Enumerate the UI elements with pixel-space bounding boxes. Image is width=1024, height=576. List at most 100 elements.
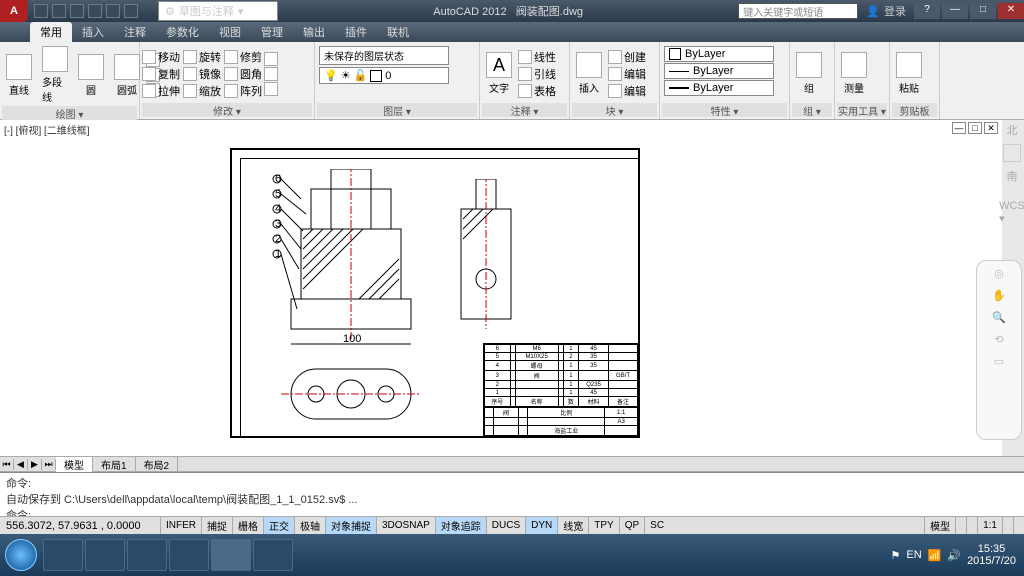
task-browser[interactable] <box>127 539 167 571</box>
status-right-item[interactable] <box>955 517 966 534</box>
mirror-button[interactable]: 镜像 <box>183 66 221 82</box>
vp-minimize-icon[interactable]: — <box>952 122 966 134</box>
polyline-button[interactable]: 多段线 <box>38 44 72 106</box>
measure-button[interactable]: 测量 <box>837 50 871 97</box>
tab-view[interactable]: 视图 <box>209 22 251 42</box>
status-right-item[interactable] <box>1013 517 1024 534</box>
viewcube-icon[interactable] <box>1003 144 1021 162</box>
task-folder[interactable] <box>169 539 209 571</box>
circle-button[interactable]: 圆 <box>74 52 108 99</box>
tab-online[interactable]: 联机 <box>377 22 419 42</box>
viewport-label[interactable]: [-] [俯视] [二维线框] <box>4 122 90 137</box>
stretch-button[interactable]: 拉伸 <box>142 83 180 99</box>
layout-tab-model[interactable]: 模型 <box>56 457 93 472</box>
insert-block-button[interactable]: 插入 <box>572 50 606 97</box>
status-toggle-线宽[interactable]: 线宽 <box>557 517 588 534</box>
vp-maximize-icon[interactable]: □ <box>968 122 982 134</box>
tray-clock[interactable]: 15:352015/7/20 <box>967 543 1016 567</box>
status-toggle-QP[interactable]: QP <box>619 517 644 534</box>
panel-annot-title[interactable]: 注释 ▾ <box>482 103 567 117</box>
qat-new-icon[interactable] <box>34 4 48 18</box>
status-right-item[interactable] <box>1002 517 1013 534</box>
status-right-item[interactable]: 模型 <box>924 517 955 534</box>
tab-output[interactable]: 输出 <box>293 22 335 42</box>
task-qq[interactable] <box>85 539 125 571</box>
qat-undo-icon[interactable] <box>88 4 102 18</box>
mod-more-1[interactable] <box>264 52 278 66</box>
login-button[interactable]: 👤 登录 <box>866 3 906 19</box>
task-app[interactable] <box>253 539 293 571</box>
tab-first-icon[interactable]: ⏮ <box>0 459 14 470</box>
linetype-dropdown[interactable]: ByLayer <box>664 63 774 79</box>
status-toggle-对象捕捉[interactable]: 对象捕捉 <box>325 517 376 534</box>
arc-button[interactable]: 圆弧 <box>110 52 144 99</box>
tab-next-icon[interactable]: ▶ <box>28 459 42 470</box>
status-toggle-DUCS[interactable]: DUCS <box>486 517 525 534</box>
showmotion-icon[interactable]: ▭ <box>991 355 1007 371</box>
table-button[interactable]: 表格 <box>518 83 556 99</box>
text-button[interactable]: A文字 <box>482 50 516 97</box>
command-line[interactable]: 命令: 自动保存到 C:\Users\dell\appdata\local\te… <box>0 472 1024 516</box>
layer-state-dropdown[interactable]: 未保存的图层状态 <box>319 46 449 65</box>
status-toggle-捕捉[interactable]: 捕捉 <box>201 517 232 534</box>
panel-util-title[interactable]: 实用工具 ▾ <box>837 103 887 117</box>
zoom-icon[interactable]: 🔍 <box>991 311 1007 327</box>
tab-prev-icon[interactable]: ◀ <box>14 459 28 470</box>
status-right-item[interactable]: 1:1 <box>977 517 1002 534</box>
tab-annotate[interactable]: 注释 <box>114 22 156 42</box>
mod-more-3[interactable] <box>264 82 278 96</box>
tab-last-icon[interactable]: ⏭ <box>42 459 56 470</box>
edit-block-button[interactable]: 编辑 <box>608 66 646 82</box>
vp-close-icon[interactable]: ✕ <box>984 122 998 134</box>
task-autocad[interactable] <box>211 539 251 571</box>
mod-more-2[interactable] <box>264 67 278 81</box>
qat-print-icon[interactable] <box>124 4 138 18</box>
status-toggle-DYN[interactable]: DYN <box>525 517 557 534</box>
color-dropdown[interactable]: ByLayer <box>664 46 774 62</box>
line-button[interactable]: 直线 <box>2 52 36 99</box>
status-right-item[interactable] <box>966 517 977 534</box>
panel-draw-title[interactable]: 绘图 ▾ <box>2 106 137 120</box>
copy-button[interactable]: 复制 <box>142 66 180 82</box>
tray-flag-icon[interactable]: ⚑ <box>891 549 901 562</box>
layer-current-dropdown[interactable]: 💡☀🔓 0 <box>319 67 449 84</box>
panel-props-title[interactable]: 特性 ▾ <box>662 103 787 117</box>
qat-redo-icon[interactable] <box>106 4 120 18</box>
coordinates-display[interactable]: 556.3072, 57.9631 , 0.0000 <box>0 520 160 532</box>
help-icon[interactable]: ? <box>914 3 940 19</box>
qat-save-icon[interactable] <box>70 4 84 18</box>
status-toggle-栅格[interactable]: 栅格 <box>232 517 263 534</box>
status-toggle-INFER[interactable]: INFER <box>160 517 201 534</box>
viewcube-area[interactable]: 北 南 WCS ▾ <box>1002 122 1022 225</box>
panel-modify-title[interactable]: 修改 ▾ <box>142 103 312 117</box>
layout-tab-1[interactable]: 布局1 <box>93 457 136 472</box>
workspace-selector[interactable]: ⚙ 草图与注释 ▾ <box>158 1 278 21</box>
panel-layers-title[interactable]: 图层 ▾ <box>317 103 477 117</box>
lineweight-dropdown[interactable]: ByLayer <box>664 80 774 96</box>
pan-icon[interactable]: ✋ <box>991 289 1007 305</box>
drawing-viewport[interactable]: [-] [俯视] [二维线框] — □ ✕ <box>0 120 1002 456</box>
status-toggle-3DOSNAP[interactable]: 3DOSNAP <box>376 517 435 534</box>
status-toggle-极轴[interactable]: 极轴 <box>294 517 325 534</box>
group-button[interactable]: 组 <box>792 50 826 97</box>
tab-home[interactable]: 常用 <box>30 22 72 42</box>
tray-lang[interactable]: EN <box>906 549 921 561</box>
wcs-label[interactable]: WCS ▾ <box>999 200 1024 225</box>
tab-manage[interactable]: 管理 <box>251 22 293 42</box>
scale-button[interactable]: 缩放 <box>183 83 221 99</box>
tab-addins[interactable]: 插件 <box>335 22 377 42</box>
app-logo[interactable]: A <box>0 0 28 22</box>
array-button[interactable]: 阵列 <box>224 83 262 99</box>
tab-parametric[interactable]: 参数化 <box>156 22 209 42</box>
leader-button[interactable]: 引线 <box>518 66 556 82</box>
fillet-button[interactable]: 圆角 <box>224 66 262 82</box>
linear-dim-button[interactable]: 线性 <box>518 49 556 65</box>
rotate-button[interactable]: 旋转 <box>183 49 221 65</box>
tray-network-icon[interactable]: 📶 <box>928 549 942 562</box>
maximize-button[interactable]: □ <box>970 3 996 19</box>
status-toggle-SC[interactable]: SC <box>644 517 669 534</box>
tab-insert[interactable]: 插入 <box>72 22 114 42</box>
task-explorer[interactable] <box>43 539 83 571</box>
paste-button[interactable]: 粘贴 <box>892 50 926 97</box>
minimize-button[interactable]: — <box>942 3 968 19</box>
